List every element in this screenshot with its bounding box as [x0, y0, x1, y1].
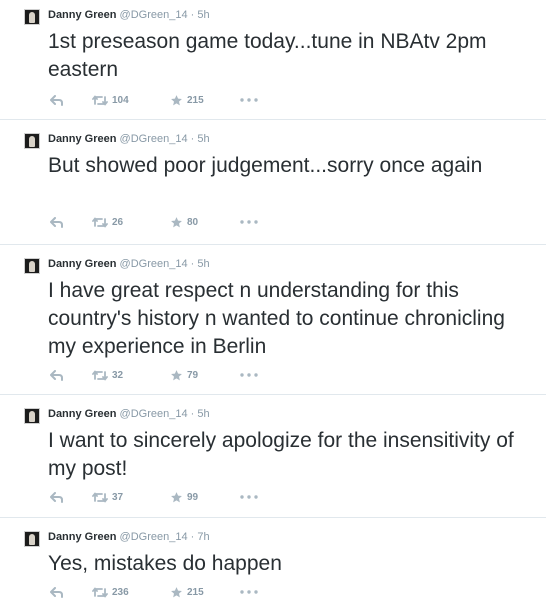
author-name[interactable]: Danny Green — [48, 133, 116, 145]
retweet-icon — [92, 587, 108, 597]
retweet-button[interactable]: 32 — [92, 368, 123, 382]
tweet[interactable]: Danny Green @DGreen_14 · 5h I have great… — [0, 245, 546, 395]
reply-icon — [50, 491, 63, 503]
retweet-button[interactable]: 26 — [92, 215, 123, 229]
favorite-count: 79 — [187, 369, 199, 381]
reply-button[interactable] — [50, 585, 63, 599]
timestamp[interactable]: 5h — [197, 133, 209, 145]
favorite-count: 99 — [187, 491, 199, 503]
separator: · — [190, 531, 195, 543]
author-handle[interactable]: @DGreen_14 — [120, 258, 188, 270]
tweet-header: Danny Green @DGreen_14 · 5h — [48, 8, 210, 22]
retweet-count: 104 — [112, 94, 129, 106]
avatar[interactable] — [24, 258, 40, 274]
timeline: Danny Green @DGreen_14 · 5h 1st preseaso… — [0, 0, 546, 606]
author-name[interactable]: Danny Green — [48, 408, 116, 420]
reply-icon — [50, 369, 63, 381]
avatar[interactable] — [24, 133, 40, 149]
tweet-header: Danny Green @DGreen_14 · 5h — [48, 132, 210, 146]
avatar[interactable] — [24, 9, 40, 25]
tweet-header: Danny Green @DGreen_14 · 5h — [48, 407, 210, 421]
tweet-header: Danny Green @DGreen_14 · 7h — [48, 530, 210, 544]
author-name[interactable]: Danny Green — [48, 258, 116, 270]
star-icon — [171, 491, 182, 502]
author-name[interactable]: Danny Green — [48, 531, 116, 543]
favorite-button[interactable]: 80 — [170, 215, 198, 229]
more-icon — [240, 373, 258, 377]
more-icon — [240, 495, 258, 499]
retweet-icon — [92, 95, 108, 105]
avatar[interactable] — [24, 531, 40, 547]
tweet-text: But showed poor judgement...sorry once a… — [48, 154, 483, 177]
more-icon — [240, 590, 258, 594]
tweet[interactable]: Danny Green @DGreen_14 · 5h But showed p… — [0, 120, 546, 245]
tweet-text: Yes, mistakes do happen — [48, 552, 282, 575]
reply-button[interactable] — [50, 368, 63, 382]
retweet-icon — [92, 217, 108, 227]
separator: · — [190, 133, 195, 145]
more-button[interactable] — [240, 585, 258, 599]
reply-icon — [50, 94, 63, 106]
author-handle[interactable]: @DGreen_14 — [120, 9, 188, 21]
star-icon — [171, 94, 182, 105]
timestamp[interactable]: 5h — [197, 9, 209, 21]
favorite-button[interactable]: 99 — [170, 490, 198, 504]
reply-button[interactable] — [50, 93, 63, 107]
author-handle[interactable]: @DGreen_14 — [120, 133, 188, 145]
retweet-icon — [92, 370, 108, 380]
more-button[interactable] — [240, 368, 258, 382]
star-icon — [171, 216, 182, 227]
author-handle[interactable]: @DGreen_14 — [120, 408, 188, 420]
retweet-count: 37 — [112, 491, 124, 503]
tweet[interactable]: Danny Green @DGreen_14 · 5h I want to si… — [0, 395, 546, 518]
retweet-icon — [92, 492, 108, 502]
favorite-count: 215 — [187, 94, 204, 106]
separator: · — [190, 258, 195, 270]
star-icon — [171, 586, 182, 597]
more-button[interactable] — [240, 93, 258, 107]
timestamp[interactable]: 5h — [197, 408, 209, 420]
tweet[interactable]: Danny Green @DGreen_14 · 5h 1st preseaso… — [0, 0, 546, 120]
author-name[interactable]: Danny Green — [48, 9, 116, 21]
retweet-button[interactable]: 37 — [92, 490, 123, 504]
retweet-count: 26 — [112, 216, 124, 228]
reply-button[interactable] — [50, 490, 63, 504]
favorite-button[interactable]: 215 — [170, 585, 204, 599]
retweet-count: 236 — [112, 586, 129, 598]
timestamp[interactable]: 7h — [197, 531, 209, 543]
favorite-count: 215 — [187, 586, 204, 598]
reply-icon — [50, 586, 63, 598]
more-icon — [240, 220, 258, 224]
separator: · — [190, 9, 195, 21]
tweet[interactable]: Danny Green @DGreen_14 · 7h Yes, mistake… — [0, 518, 546, 606]
timestamp[interactable]: 5h — [197, 258, 209, 270]
more-button[interactable] — [240, 490, 258, 504]
separator: · — [190, 408, 195, 420]
tweet-text: 1st preseason game today...tune in NBAtv… — [48, 30, 487, 81]
favorite-count: 80 — [187, 216, 199, 228]
reply-button[interactable] — [50, 215, 63, 229]
reply-icon — [50, 216, 63, 228]
star-icon — [171, 369, 182, 380]
avatar[interactable] — [24, 408, 40, 424]
retweet-button[interactable]: 236 — [92, 585, 129, 599]
author-handle[interactable]: @DGreen_14 — [120, 531, 188, 543]
tweet-text: I want to sincerely apologize for the in… — [48, 429, 514, 480]
tweet-text: I have great respect n understanding for… — [48, 279, 505, 358]
retweet-count: 32 — [112, 369, 124, 381]
more-button[interactable] — [240, 215, 258, 229]
retweet-button[interactable]: 104 — [92, 93, 129, 107]
tweet-header: Danny Green @DGreen_14 · 5h — [48, 257, 210, 271]
more-icon — [240, 98, 258, 102]
favorite-button[interactable]: 79 — [170, 368, 198, 382]
favorite-button[interactable]: 215 — [170, 93, 204, 107]
